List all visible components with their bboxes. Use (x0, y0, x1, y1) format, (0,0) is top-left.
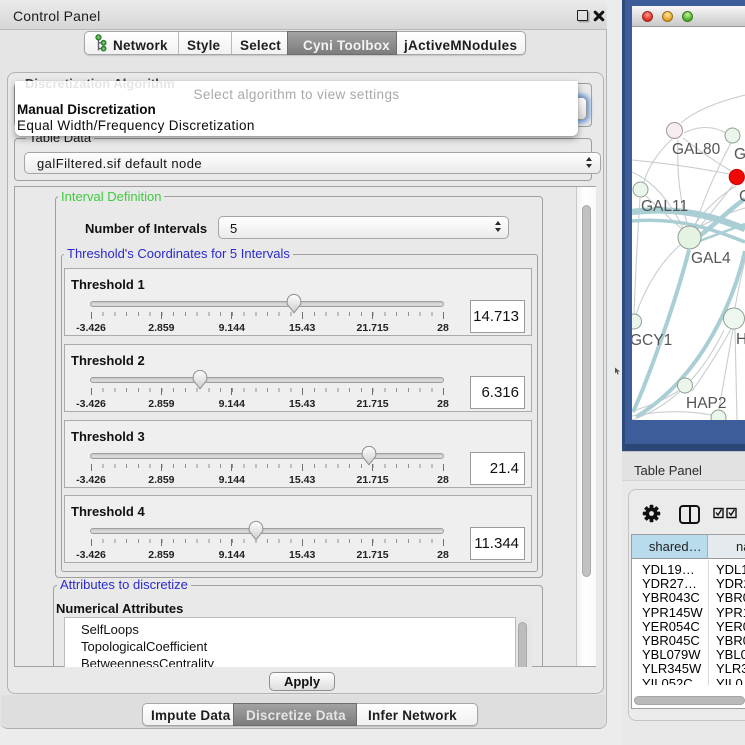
svg-text:GA: GA (734, 146, 745, 163)
svg-text:GAL11: GAL11 (641, 198, 688, 215)
svg-text:C: C (739, 188, 745, 205)
svg-text:GAL80: GAL80 (672, 141, 721, 158)
svg-text:GAL4: GAL4 (691, 250, 731, 267)
svg-text:GCY1: GCY1 (632, 332, 672, 349)
svg-text:HAP2: HAP2 (686, 395, 727, 412)
svg-text:H: H (736, 331, 745, 348)
